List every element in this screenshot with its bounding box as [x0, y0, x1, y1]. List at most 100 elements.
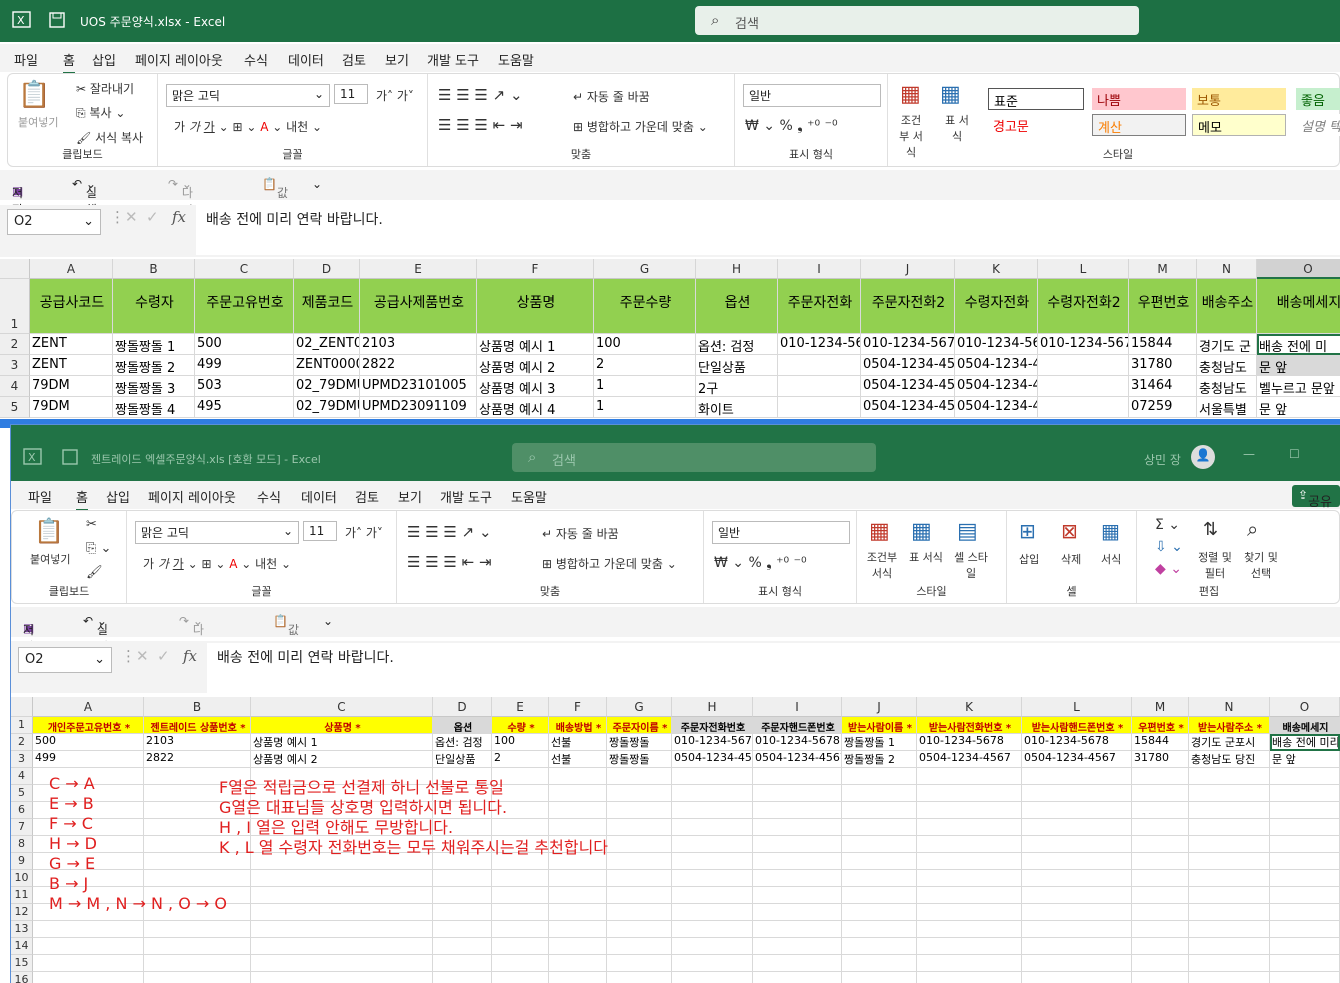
delete-cells-icon[interactable]: ⊠ [1061, 519, 1078, 543]
menu-item[interactable]: 수식 [244, 50, 268, 69]
table-cell[interactable] [1189, 802, 1270, 819]
table-cell[interactable] [672, 955, 753, 972]
table-cell[interactable]: 31780 [1129, 355, 1197, 376]
menu-item[interactable]: 개발 도구 [440, 487, 492, 506]
table-cell[interactable] [144, 921, 251, 938]
table-cell[interactable] [251, 887, 433, 904]
paste-icon[interactable]: 📋 [18, 80, 50, 110]
table-cell[interactable] [433, 904, 492, 921]
table-cell[interactable] [1189, 904, 1270, 921]
table-cell[interactable] [1022, 836, 1132, 853]
column-header[interactable]: H [672, 697, 753, 717]
column-header[interactable]: A [33, 697, 144, 717]
share-button[interactable]: ⇪ 공유 [1292, 485, 1340, 510]
header-cell[interactable]: 주문자전화번호 [672, 717, 753, 734]
table-cell[interactable]: 0504-1234-4567 [955, 355, 1038, 376]
cell-style-item[interactable]: 보통 [1192, 88, 1286, 110]
table-cell[interactable]: UPMD23101005 [360, 376, 477, 397]
font-grow-button[interactable]: 가˄ 가˅ [345, 524, 383, 541]
table-cell[interactable]: 1 [594, 397, 696, 418]
table-cell[interactable] [1270, 921, 1340, 938]
table-cell[interactable] [842, 972, 917, 983]
copy-button[interactable]: ⎘ 복사 ⌄ [76, 104, 125, 121]
table-cell[interactable] [1270, 802, 1340, 819]
header-cell[interactable]: 배송주소 [1197, 279, 1257, 334]
header-cell[interactable]: 옵션 [696, 279, 778, 334]
table-cell[interactable]: 문 앞 [1257, 397, 1340, 418]
table-cell[interactable] [778, 376, 861, 397]
menu-item[interactable]: 도움말 [498, 50, 534, 69]
table-cell[interactable] [672, 768, 753, 785]
header-cell[interactable]: 받는사람주소 * [1189, 717, 1270, 734]
table-cell[interactable]: 79DM [30, 397, 113, 418]
column-header[interactable]: D [433, 697, 492, 717]
table-cell[interactable]: 경기도 군포시 [1189, 734, 1270, 751]
table-cell[interactable]: 경기도 군 [1197, 334, 1257, 355]
save-icon[interactable] [61, 448, 81, 466]
find-select-icon[interactable]: ⌕ [1247, 517, 1258, 541]
table-cell[interactable]: 문 앞 [1270, 751, 1340, 768]
header-cell[interactable]: 수령자전화 [955, 279, 1038, 334]
table-cell[interactable] [492, 870, 549, 887]
table-cell[interactable]: 15844 [1129, 334, 1197, 355]
table-cell[interactable] [607, 972, 672, 983]
column-header[interactable]: E [492, 697, 549, 717]
table-cell[interactable]: 상품명 예시 3 [477, 376, 594, 397]
table-cell[interactable] [672, 870, 753, 887]
table-cell[interactable]: 상품명 예시 1 [251, 734, 433, 751]
table-cell[interactable]: 010-1234-567 [672, 734, 753, 751]
header-cell[interactable]: 받는사람전화번호 * [917, 717, 1022, 734]
header-cell[interactable]: 상품명 * [251, 717, 433, 734]
table-cell[interactable] [753, 768, 842, 785]
table-cell[interactable] [549, 972, 607, 983]
menu-item[interactable]: 검토 [355, 487, 379, 506]
column-header[interactable]: J [861, 259, 955, 279]
table-cell[interactable] [753, 938, 842, 955]
header-cell[interactable]: 받는사람이름 * [842, 717, 917, 734]
table-cell[interactable] [917, 887, 1022, 904]
font-format-buttons[interactable]: 가 가 가 ⌄ ⊞ ⌄ A ⌄ 내천 ⌄ [174, 118, 322, 135]
table-cell[interactable] [1132, 802, 1189, 819]
table-cell[interactable] [917, 785, 1022, 802]
row-header[interactable]: 15 [11, 955, 33, 972]
row-header[interactable]: 3 [11, 751, 33, 768]
table-cell[interactable] [672, 836, 753, 853]
column-header[interactable]: F [549, 697, 607, 717]
table-cell[interactable] [672, 853, 753, 870]
table-cell[interactable] [1189, 887, 1270, 904]
table-cell[interactable] [753, 955, 842, 972]
table-cell[interactable] [607, 921, 672, 938]
number-format-buttons[interactable]: ₩ ⌄ % ❟ ⁺⁰ ⁻⁰ [745, 118, 838, 134]
table-cell[interactable]: 화이트 [696, 397, 778, 418]
table-cell[interactable] [672, 819, 753, 836]
cell-style-item[interactable]: 설명 텍 [1296, 114, 1340, 136]
table-format-icon[interactable]: ▦ [911, 519, 932, 544]
table-cell[interactable] [1038, 355, 1129, 376]
table-format-button[interactable]: 표 서식 [942, 112, 972, 144]
table-cell[interactable] [1189, 870, 1270, 887]
row-header[interactable]: 7 [11, 819, 33, 836]
formula-input[interactable]: 배송 전에 미리 연락 바랍니다. [207, 643, 1340, 693]
table-cell[interactable] [1189, 972, 1270, 983]
name-box[interactable]: O2 ⌄ [18, 647, 112, 673]
conditional-format-button[interactable]: 조건부 서식 [865, 549, 899, 581]
row-header[interactable]: 13 [11, 921, 33, 938]
header-cell[interactable]: 배송메세지 [1257, 279, 1340, 334]
column-header[interactable]: K [917, 697, 1022, 717]
header-cell[interactable]: 수령자전화2 [1038, 279, 1129, 334]
table-cell[interactable] [753, 972, 842, 983]
conditional-format-icon[interactable]: ▦ [869, 519, 890, 544]
table-cell[interactable] [251, 921, 433, 938]
table-cell[interactable] [1270, 768, 1340, 785]
column-header[interactable]: O [1257, 259, 1340, 279]
header-cell[interactable]: 우편번호 * [1132, 717, 1189, 734]
table-cell[interactable]: 02_ZENT0( [294, 334, 360, 355]
table-cell[interactable] [917, 870, 1022, 887]
font-format-buttons[interactable]: 가 가 가 ⌄ ⊞ ⌄ A ⌄ 내천 ⌄ [143, 555, 291, 572]
minimize-icon[interactable]: — [1243, 447, 1255, 461]
row-header[interactable]: 6 [11, 802, 33, 819]
table-cell[interactable] [33, 938, 144, 955]
table-cell[interactable] [753, 802, 842, 819]
qat-undo-button[interactable]: ↶ 실행 취소 ⌄ [83, 614, 108, 688]
wrap-text-button[interactable]: ↵ 자동 줄 바꿈 [542, 525, 619, 542]
